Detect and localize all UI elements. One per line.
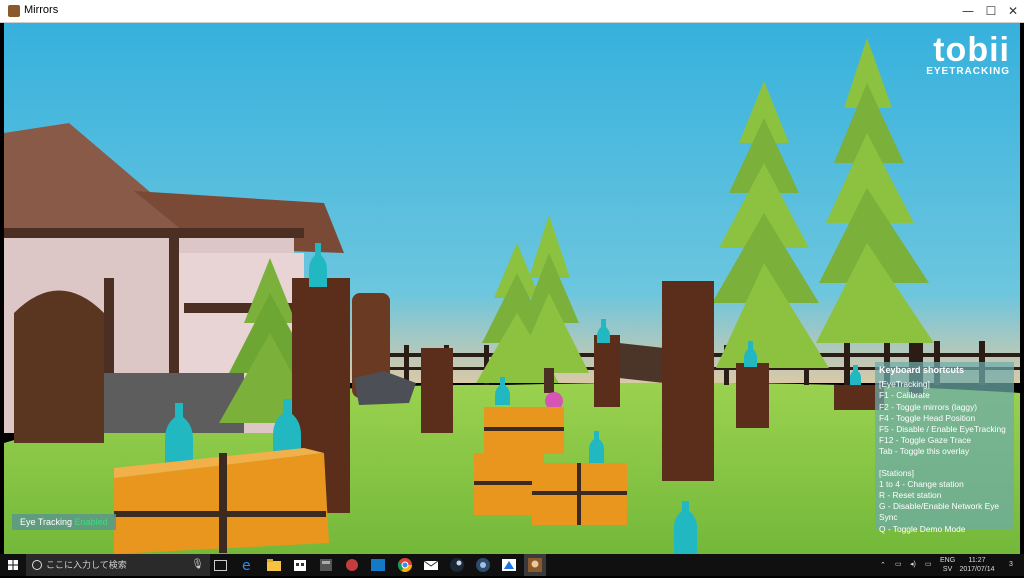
app-dark-icon[interactable]	[475, 557, 491, 573]
notification-center-icon[interactable]: 3	[1004, 560, 1018, 569]
network-icon[interactable]: ▭	[895, 560, 902, 569]
microphone-icon: 🎙	[191, 559, 204, 570]
shortcut-item: Q - Toggle Demo Mode	[879, 523, 966, 534]
mail-icon[interactable]	[423, 557, 439, 573]
shortcut-item: Tab - Toggle this overlay	[879, 446, 970, 457]
notification-count: 3	[1009, 561, 1013, 568]
window-title: Mirrors	[24, 4, 59, 16]
steam-icon[interactable]	[449, 557, 465, 573]
chrome-icon[interactable]	[397, 557, 413, 573]
store-icon[interactable]	[292, 557, 308, 573]
calculator-icon[interactable]	[318, 557, 334, 573]
task-view-icon[interactable]	[214, 560, 227, 571]
app-blue-icon[interactable]	[370, 557, 386, 573]
shortcut-item: F5 - Disable / Enable EyeTracking	[879, 424, 1006, 435]
stations-header: [Stations]	[879, 467, 914, 478]
battery-icon[interactable]: ▭	[925, 560, 932, 569]
taskbar-search[interactable]: ここに入力して検索 🎙	[26, 554, 210, 576]
app-red-icon[interactable]	[344, 557, 360, 573]
shortcut-item: F4 - Toggle Head Position	[879, 412, 976, 423]
system-clock[interactable]: 11:27 2017/07/14	[958, 556, 996, 574]
taskbar: ここに入力して検索 🎙 e ⌃ ▭ ◂) ▭ ENG SV 11:27 2017…	[0, 554, 1024, 576]
clock-date: 2017/07/14	[959, 566, 995, 573]
cortana-icon	[32, 560, 42, 570]
app-drive-icon[interactable]	[501, 557, 517, 573]
tobii-logo: tobii EYETRACKING	[926, 33, 1010, 77]
search-placeholder: ここに入力して検索	[46, 560, 127, 570]
window-titlebar: Mirrors — ☐ ✕	[0, 0, 1024, 23]
keyboard-shortcuts-overlay: Keyboard shortcuts [EyeTracking] F1 - Ca…	[875, 362, 1014, 534]
keyboard-layout: SV	[942, 566, 953, 573]
shortcut-item: F12 - Toggle Gaze Trace	[879, 435, 972, 446]
chevron-up-icon[interactable]: ⌃	[880, 561, 886, 570]
mirrors-game-icon[interactable]	[527, 557, 543, 573]
cart	[619, 343, 664, 383]
language-code: ENG	[940, 557, 956, 564]
edge-icon[interactable]: e	[240, 557, 256, 574]
overlay-title: Keyboard shortcuts	[879, 365, 965, 375]
app-icon	[8, 5, 20, 17]
tobii-wordmark: tobii	[933, 31, 1010, 69]
status-state: Enabled	[74, 517, 108, 527]
svg-text:e: e	[242, 558, 251, 573]
shortcut-item: F2 - Toggle mirrors (laggy)	[879, 401, 978, 412]
shortcut-item: 1 to 4 - Change station	[879, 478, 964, 489]
close-button[interactable]: ✕	[1000, 2, 1024, 20]
shortcut-item: R - Reset station	[879, 490, 942, 501]
eye-tracking-status: Eye Tracking Enabled	[12, 514, 116, 530]
windows-start-icon[interactable]	[0, 554, 26, 576]
file-explorer-icon[interactable]	[266, 557, 282, 573]
input-language[interactable]: ENG SV	[940, 556, 955, 574]
game-scene	[4, 23, 1020, 554]
shortcut-item: F1 - Calibrate	[879, 390, 930, 401]
clock-time: 11:27	[968, 557, 986, 564]
volume-icon[interactable]: ◂)	[910, 560, 916, 569]
status-label: Eye Tracking	[20, 517, 73, 527]
eyetracking-header: [EyeTracking]	[879, 379, 930, 390]
tobii-subtitle: EYETRACKING	[926, 66, 1010, 77]
shortcut-item: G - Disable/Enable Network Eye Sync	[879, 501, 1000, 523]
game-viewport[interactable]: tobii EYETRACKING	[4, 23, 1020, 554]
